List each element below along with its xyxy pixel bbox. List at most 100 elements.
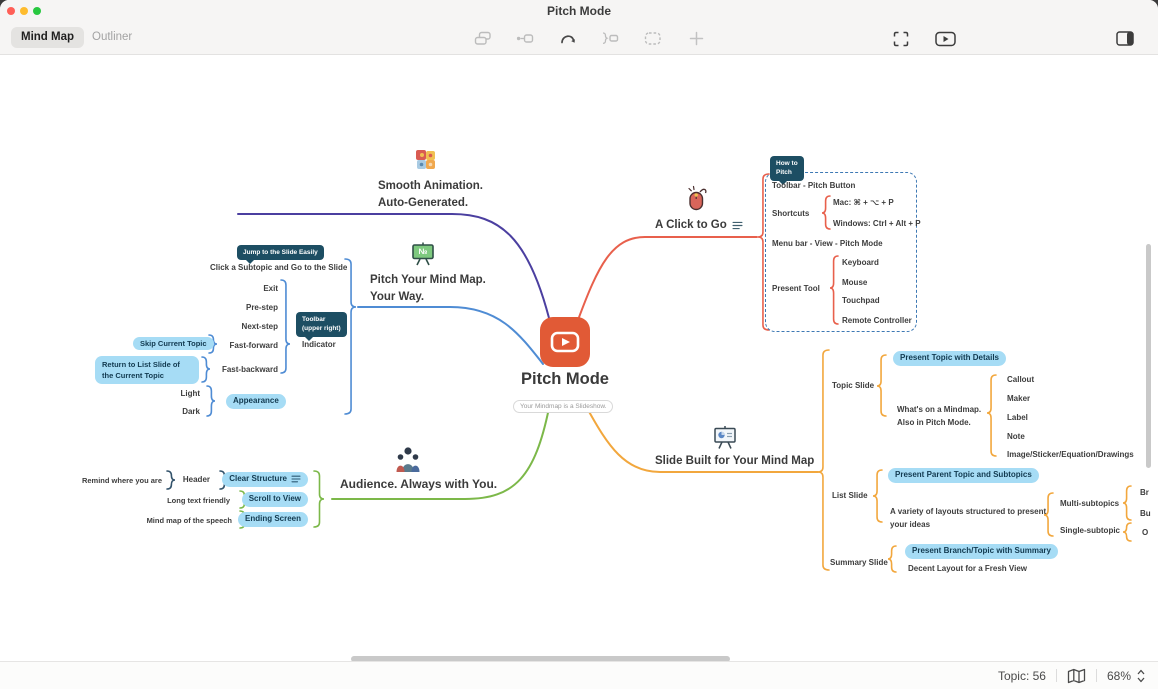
topic-present-tool[interactable]: Present Tool bbox=[772, 284, 820, 293]
topic-scroll-to-view[interactable]: Scroll to View bbox=[242, 492, 308, 507]
topic-slide-built[interactable]: Slide Built for Your Mind Map bbox=[655, 453, 814, 470]
fullscreen-button[interactable] bbox=[887, 25, 915, 52]
pitch-play-icon bbox=[935, 31, 956, 47]
topic-indicator[interactable]: Indicator bbox=[302, 340, 336, 349]
notes-icon bbox=[291, 475, 301, 483]
pitch-mode-button[interactable] bbox=[931, 25, 959, 52]
topic-pre-step[interactable]: Pre-step bbox=[246, 303, 278, 312]
mouse-sticker[interactable] bbox=[683, 185, 709, 213]
topic-present-branch-summary[interactable]: Present Branch/Topic with Summary bbox=[905, 544, 1058, 559]
notes-icon bbox=[732, 221, 743, 230]
statusbar: Topic: 56 68% bbox=[0, 661, 1158, 689]
topic-whats-on-a-mindmap[interactable]: What's on a Mindmap. Also in Pitch Mode. bbox=[897, 403, 981, 429]
presentation-easel-sticker[interactable] bbox=[712, 424, 738, 450]
topic-present-topic-with-details[interactable]: Present Topic with Details bbox=[893, 351, 1006, 366]
how-to-pitch-boundary[interactable] bbox=[765, 172, 917, 332]
topic-remind-where-you-are[interactable]: Remind where you are bbox=[82, 476, 162, 485]
topic-ending-screen[interactable]: Ending Screen bbox=[238, 512, 308, 527]
topic-mind-map-of-speech[interactable]: Mind map of the speech bbox=[147, 516, 232, 525]
topic-keyboard[interactable]: Keyboard bbox=[842, 258, 879, 267]
puzzle-sticker[interactable] bbox=[414, 148, 438, 172]
people-sticker[interactable] bbox=[394, 445, 422, 472]
format-panel-button[interactable] bbox=[1111, 25, 1139, 52]
label-return-to-list-slide[interactable]: Return to List Slide of the Current Topi… bbox=[95, 356, 199, 384]
topic-topic-slide[interactable]: Topic Slide bbox=[832, 381, 874, 390]
sibling-topic-icon bbox=[474, 31, 492, 46]
open-map-icon[interactable] bbox=[1067, 668, 1086, 684]
label-skip-current-topic[interactable]: Skip Current Topic bbox=[133, 337, 214, 350]
topic-shortcut-mac[interactable]: Mac: ⌘ + ⌥ + P bbox=[833, 198, 894, 207]
topic-shortcuts[interactable]: Shortcuts bbox=[772, 209, 809, 218]
summary-button[interactable] bbox=[596, 25, 624, 52]
topic-single-child-1[interactable]: O bbox=[1142, 528, 1148, 537]
topic-variety-of-layouts[interactable]: A variety of layouts structured to prese… bbox=[890, 505, 1046, 531]
topic-mouse[interactable]: Mouse bbox=[842, 278, 867, 287]
topic-audience[interactable]: Audience. Always with You. bbox=[340, 476, 497, 493]
topic-long-text-friendly[interactable]: Long text friendly bbox=[167, 496, 230, 505]
callout-how-to-pitch[interactable]: How to Pitch bbox=[770, 156, 804, 181]
zoom-stepper-icon[interactable] bbox=[1136, 668, 1146, 684]
boundary-icon bbox=[644, 31, 662, 46]
topic-shortcut-windows[interactable]: Windows: Ctrl + Alt + P bbox=[833, 219, 921, 228]
topic-multi-child-1[interactable]: Br bbox=[1140, 488, 1149, 497]
topic-callout[interactable]: Callout bbox=[1007, 375, 1034, 384]
topic-toolbar-pitch-button[interactable]: Toolbar - Pitch Button bbox=[772, 181, 855, 190]
topic-multi-child-2[interactable]: Bu bbox=[1140, 509, 1151, 518]
svg-text:№: № bbox=[419, 247, 428, 256]
zoom-level: 68% bbox=[1107, 669, 1131, 683]
topic-fast-backward[interactable]: Fast-backward bbox=[222, 365, 278, 374]
topic-click-a-subtopic[interactable]: Click a Subtopic and Go to the Slide bbox=[210, 263, 347, 272]
topic-menu-bar-view[interactable]: Menu bar - View - Pitch Mode bbox=[772, 239, 883, 248]
vertical-scrollbar-thumb[interactable] bbox=[1146, 244, 1151, 468]
topic-remote-controller[interactable]: Remote Controller bbox=[842, 316, 912, 325]
topic-note[interactable]: Note bbox=[1007, 432, 1025, 441]
mindmap-canvas[interactable]: Pitch Mode Your Mindmap is a Slideshow. … bbox=[0, 56, 1158, 661]
summary-icon bbox=[601, 31, 619, 46]
topic-fast-forward[interactable]: Fast-forward bbox=[230, 341, 278, 350]
central-play-icon[interactable] bbox=[539, 316, 591, 368]
statusbar-divider bbox=[1096, 669, 1097, 682]
window-title: Pitch Mode bbox=[0, 4, 1158, 18]
central-topic[interactable]: Pitch Mode bbox=[499, 370, 631, 389]
topic-list-slide[interactable]: List Slide bbox=[832, 491, 868, 500]
topic-label[interactable]: Label bbox=[1007, 413, 1028, 422]
topic-clear-structure[interactable]: Clear Structure bbox=[222, 472, 308, 487]
fullscreen-icon bbox=[893, 31, 909, 47]
panel-icon bbox=[1116, 31, 1134, 46]
topic-exit[interactable]: Exit bbox=[263, 284, 278, 293]
tab-outliner[interactable]: Outliner bbox=[82, 27, 142, 48]
topic-smooth-animation[interactable]: Smooth Animation. Auto-Generated. bbox=[378, 178, 483, 212]
topic-decent-layout[interactable]: Decent Layout for a Fresh View bbox=[908, 564, 1027, 573]
topic-count: Topic: 56 bbox=[998, 669, 1046, 683]
topic-appearance[interactable]: Appearance bbox=[226, 394, 286, 409]
topic-summary-slide[interactable]: Summary Slide bbox=[830, 558, 888, 567]
topic-pitch-your-way[interactable]: Pitch Your Mind Map. Your Way. bbox=[370, 272, 486, 306]
topic-a-click-to-go[interactable]: A Click to Go bbox=[655, 217, 743, 234]
topic-header[interactable]: Header bbox=[183, 475, 210, 484]
topic-present-parent-topic[interactable]: Present Parent Topic and Subtopics bbox=[888, 468, 1039, 483]
boundary-button[interactable] bbox=[639, 25, 667, 52]
topic-light[interactable]: Light bbox=[180, 389, 200, 398]
undo-icon bbox=[559, 31, 577, 46]
titlebar: Pitch Mode bbox=[0, 0, 1158, 22]
topic-next-step[interactable]: Next-step bbox=[242, 322, 278, 331]
callout-jump-to-slide[interactable]: Jump to the Slide Easily bbox=[237, 245, 324, 260]
topic-multi-subtopics[interactable]: Multi-subtopics bbox=[1060, 499, 1119, 508]
topic-maker[interactable]: Maker bbox=[1007, 394, 1030, 403]
app-window: Pitch Mode Mind Map Outliner bbox=[0, 0, 1158, 689]
toolbar: Mind Map Outliner bbox=[0, 22, 1158, 55]
topic-image-sticker-equation[interactable]: Image/Sticker/Equation/Drawings bbox=[1007, 450, 1134, 459]
tab-mind-map[interactable]: Mind Map bbox=[11, 27, 84, 48]
blackboard-sticker[interactable]: № bbox=[410, 241, 436, 267]
plus-icon bbox=[689, 31, 704, 46]
topic-touchpad[interactable]: Touchpad bbox=[842, 296, 880, 305]
topic-single-subtopic[interactable]: Single-subtopic bbox=[1060, 526, 1120, 535]
topic-dark[interactable]: Dark bbox=[182, 407, 200, 416]
sibling-topic-button[interactable] bbox=[469, 25, 497, 52]
central-topic-label[interactable]: Your Mindmap is a Slideshow. bbox=[513, 400, 613, 413]
statusbar-divider bbox=[1056, 669, 1057, 682]
callout-toolbar-upper-right[interactable]: Toolbar (upper right) bbox=[296, 312, 347, 337]
subtopic-button[interactable] bbox=[511, 25, 539, 52]
insert-button[interactable] bbox=[682, 25, 710, 52]
undo-button[interactable] bbox=[554, 25, 582, 52]
